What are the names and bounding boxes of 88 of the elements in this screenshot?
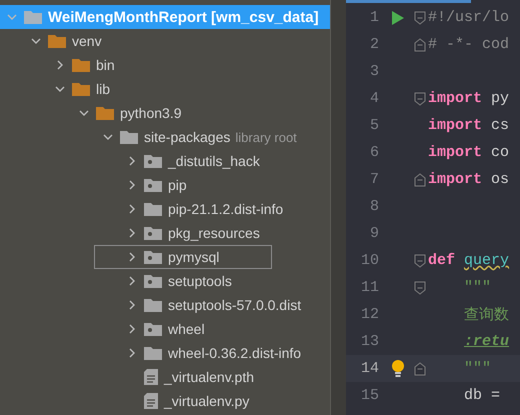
tree-item-label: bin [96, 57, 115, 73]
folder-icon [144, 346, 162, 360]
line-number: 8 [368, 198, 379, 215]
code-line: :retu [463, 333, 510, 350]
fold-icon[interactable] [414, 10, 426, 24]
tree-row[interactable]: pymysql [0, 245, 330, 269]
line-number: 13 [360, 333, 379, 350]
lightbulb-icon[interactable] [391, 360, 405, 378]
tree-row[interactable]: wheel [0, 317, 330, 341]
code-line: """ [463, 279, 492, 296]
run-icon[interactable] [392, 10, 404, 24]
tree-row[interactable]: lib [0, 77, 330, 101]
package-folder-icon [144, 154, 162, 168]
tree-item-label: pymysql [168, 249, 220, 265]
code-line: #!/usr/lo [428, 9, 510, 26]
line-number: 10 [360, 252, 379, 269]
tree-row[interactable]: pip [0, 173, 330, 197]
tree-item-label: venv [72, 33, 102, 49]
line-number: 14 [360, 360, 379, 377]
tree-row[interactable]: python3.9 [0, 101, 330, 125]
line-number: 9 [368, 225, 379, 242]
tree-row[interactable]: setuptools-57.0.0.dist [0, 293, 330, 317]
tree-item-label: pip [168, 177, 187, 193]
tree-row[interactable]: _virtualenv.py [0, 389, 330, 413]
code-line: import os [428, 171, 510, 188]
tree-item-label: site-packages [144, 129, 230, 145]
text-file-icon [144, 369, 158, 385]
line-number: 2 [368, 36, 379, 53]
fold-end-icon[interactable] [414, 38, 426, 52]
tree-item-label: _virtualenv.py [164, 393, 250, 409]
folder-icon [144, 298, 162, 312]
folder-icon [144, 202, 162, 216]
tree-item-label: setuptools [168, 273, 232, 289]
line-number: 3 [368, 63, 379, 80]
fold-icon[interactable] [414, 254, 426, 268]
code-line: def query [428, 252, 510, 269]
tree-item-label: python3.9 [120, 105, 182, 121]
tree-row[interactable]: venv [0, 29, 330, 53]
fold-end-icon[interactable] [414, 172, 426, 186]
line-number: 4 [368, 90, 379, 107]
tree-row[interactable]: wheel-0.36.2.dist-info [0, 341, 330, 365]
tree-item-label: wheel [168, 321, 205, 337]
line-number: 15 [360, 387, 379, 404]
line-number: 11 [360, 279, 379, 296]
line-number: 7 [368, 171, 379, 188]
tree-row[interactable]: _virtualenv.pth [0, 365, 330, 389]
code-line: import co [428, 144, 510, 161]
tree-item-label: WeiMengMonthReport [wm_csv_data] [48, 8, 319, 26]
tree-item-label: setuptools-57.0.0.dist [168, 297, 302, 313]
code-line: import cs [428, 117, 510, 134]
package-folder-icon [144, 226, 162, 240]
folder-icon [96, 106, 114, 120]
package-folder-icon [144, 322, 162, 336]
tree-row[interactable]: bin [0, 53, 330, 77]
line-number: 1 [368, 9, 379, 26]
tree-item-label: pip-21.1.2.dist-info [168, 201, 284, 217]
tree-item-label: pkg_resources [168, 225, 260, 241]
folder-icon [72, 58, 90, 72]
tree-item-label: _virtualenv.pth [164, 369, 254, 385]
line-number: 6 [368, 144, 379, 161]
tree-row[interactable]: pip-21.1.2.dist-info [0, 197, 330, 221]
code-line: db = [463, 387, 500, 404]
tree-row[interactable]: _distutils_hack [0, 149, 330, 173]
package-folder-icon [144, 274, 162, 288]
tree-item-hint: library root [235, 130, 297, 144]
line-number: 12 [360, 306, 379, 323]
package-folder-icon [144, 250, 162, 264]
folder-icon [24, 10, 42, 24]
fold-icon[interactable] [414, 280, 426, 294]
code-line: # -*- cod [428, 36, 510, 53]
fold-end-icon[interactable] [414, 362, 426, 376]
tree-row[interactable]: pkg_resources [0, 221, 330, 245]
code-line: """ [463, 360, 492, 377]
line-number: 5 [368, 117, 379, 134]
package-folder-icon [144, 178, 162, 192]
tree-row[interactable]: site-packages library root [0, 125, 330, 149]
scrollbar[interactable] [330, 0, 346, 415]
code-line: import py [428, 90, 510, 107]
folder-icon [48, 34, 66, 48]
fold-icon[interactable] [414, 92, 426, 106]
code-line: 查询数 [463, 306, 509, 324]
folder-icon [72, 82, 90, 96]
tree-item-label: _distutils_hack [168, 153, 260, 169]
tree-item-label: lib [96, 81, 110, 97]
text-file-icon [144, 393, 158, 409]
tree-item-label: wheel-0.36.2.dist-info [168, 345, 302, 361]
tree-row[interactable]: setuptools [0, 269, 330, 293]
folder-icon [120, 130, 138, 144]
